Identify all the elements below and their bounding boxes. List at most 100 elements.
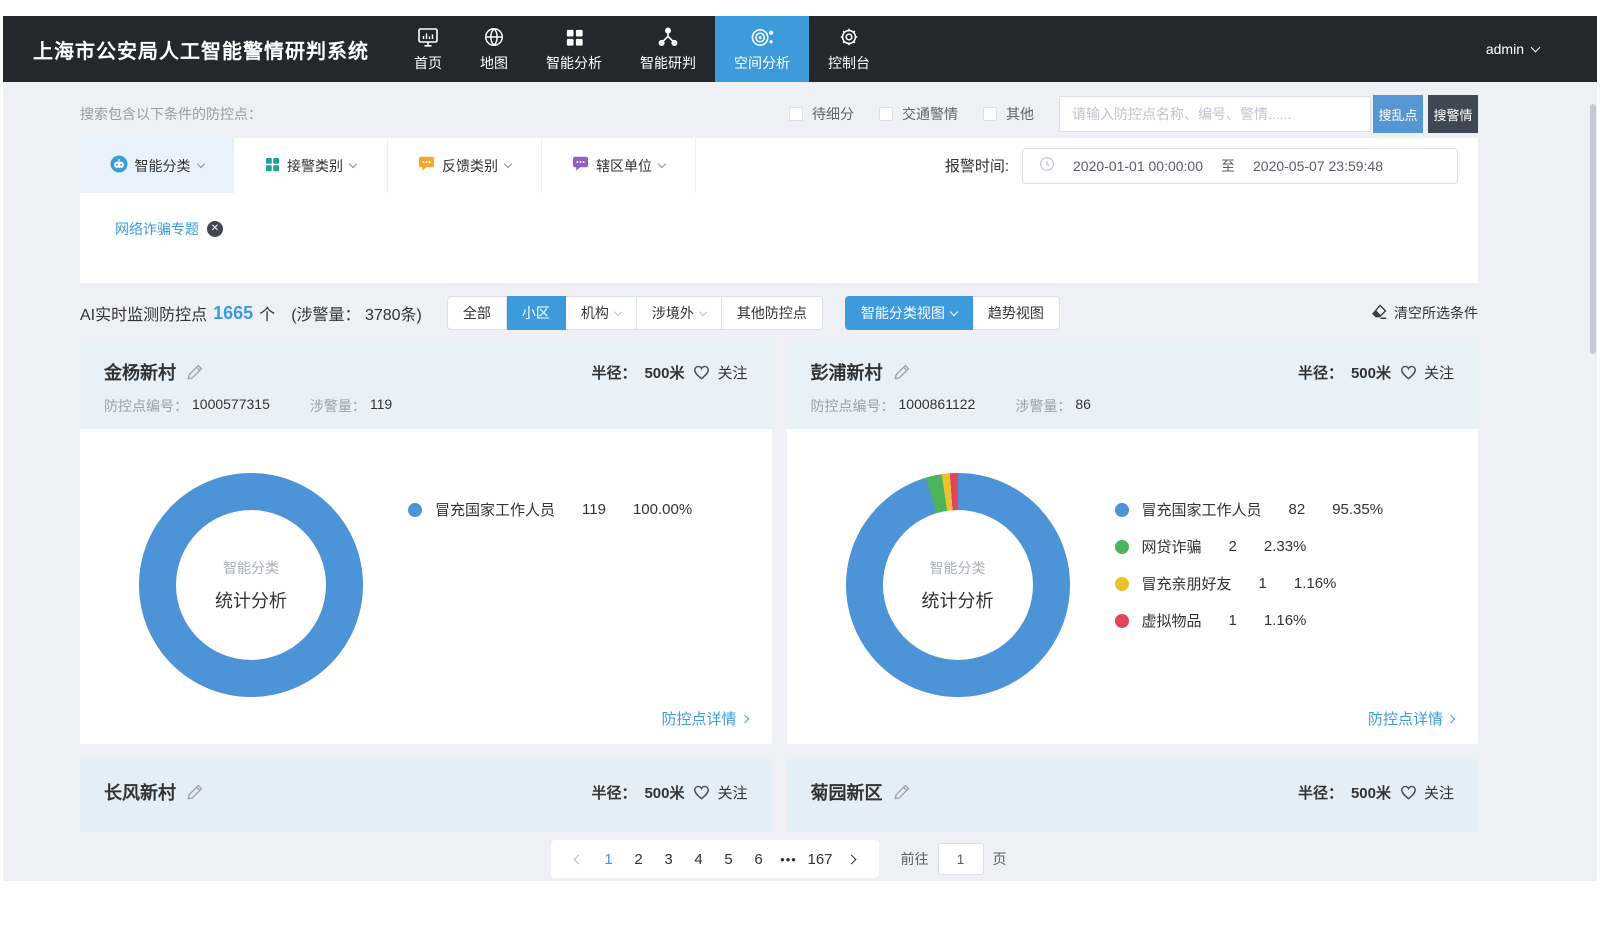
legend-dot	[1115, 614, 1129, 628]
checkbox-label: 待细分	[812, 104, 854, 124]
edit-icon[interactable]	[186, 363, 204, 381]
nav-item-label: 控制台	[828, 53, 870, 73]
tab-category-view[interactable]: 智能分类视图	[845, 296, 973, 330]
selected-tag: 网络诈骗专题 ✕	[115, 219, 223, 239]
legend-item[interactable]: 虚拟物品 1 1.16%	[1115, 602, 1384, 639]
edit-icon[interactable]	[893, 783, 911, 801]
tab-overseas[interactable]: 涉境外	[637, 296, 722, 330]
point-type-tabs: 全部 小区 机构 涉境外 其他防控点	[447, 296, 823, 330]
nav-item-console[interactable]: 控制台	[809, 16, 889, 82]
chat-orange-icon	[418, 156, 435, 175]
chart-legend: 冒充国家工作人员 119 100.00%	[408, 491, 692, 528]
follow-label: 关注	[1424, 362, 1454, 383]
clear-conditions-label: 清空所选条件	[1394, 303, 1478, 323]
search-input[interactable]	[1059, 96, 1371, 132]
user-menu[interactable]: admin	[1486, 41, 1539, 57]
filter-alarm-category[interactable]: 接警类别	[234, 138, 388, 193]
tab-other-points[interactable]: 其他防控点	[722, 296, 823, 330]
scrollbar[interactable]	[1590, 104, 1596, 354]
donut-center: 智能分类 统计分析	[883, 510, 1033, 660]
tab-institution[interactable]: 机构	[566, 296, 637, 330]
legend-count: 1	[1229, 612, 1237, 629]
card-header: 彭浦新村 半径： 500米 关注 防控点编号： 10	[787, 339, 1479, 429]
legend-item[interactable]: 冒充国家工作人员 82 95.35%	[1115, 491, 1384, 528]
radius-label: 半径：	[1298, 362, 1343, 383]
checkbox-traffic[interactable]: 交通警情	[879, 104, 958, 124]
page-button[interactable]: 2	[623, 840, 653, 878]
date-range-separator: 至	[1221, 156, 1235, 176]
page-button[interactable]: 5	[713, 840, 743, 878]
page-button[interactable]: 6	[743, 840, 773, 878]
follow-button[interactable]: 关注	[1399, 782, 1454, 803]
donut-center: 智能分类 统计分析	[176, 510, 326, 660]
stats-row: AI实时监测防控点 1665 个 (涉警量： 3780条) 全部 小区 机构 涉…	[80, 295, 1478, 331]
filter-feedback-category[interactable]: 反馈类别	[388, 138, 542, 193]
chevron-down-icon	[1531, 43, 1541, 53]
tab-all[interactable]: 全部	[447, 296, 507, 330]
checkbox-box[interactable]	[789, 107, 803, 121]
tab-label: 全部	[463, 303, 491, 323]
page-button[interactable]: 4	[683, 840, 713, 878]
legend-label: 网贷诈骗	[1142, 536, 1202, 557]
nav-item-map[interactable]: 地图	[461, 16, 527, 82]
nav-item-judgment[interactable]: 智能研判	[621, 16, 715, 82]
monitor-points-count: 1665	[213, 303, 253, 324]
date-range-end[interactable]: 2020-05-07 23:59:48	[1253, 158, 1383, 174]
date-range-picker[interactable]: 2020-01-01 00:00:00 至 2020-05-07 23:59:4…	[1022, 148, 1458, 184]
prev-page-button[interactable]	[563, 840, 593, 878]
follow-button[interactable]: 关注	[1399, 362, 1454, 383]
tab-label: 其他防控点	[737, 303, 807, 323]
selected-tags-row: 网络诈骗专题 ✕	[80, 193, 1478, 239]
date-range-start[interactable]: 2020-01-01 00:00:00	[1073, 158, 1203, 174]
tab-trend-view[interactable]: 趋势视图	[973, 296, 1060, 330]
more-pages-button[interactable]: •••	[773, 840, 803, 878]
chevron-right-icon	[1447, 714, 1455, 722]
legend-label: 冒充亲朋好友	[1142, 573, 1232, 594]
follow-button[interactable]: 关注	[692, 782, 747, 803]
nav-item-home[interactable]: 首页	[395, 16, 461, 82]
page-button[interactable]: 3	[653, 840, 683, 878]
close-icon[interactable]: ✕	[207, 221, 223, 237]
cards-row-partial: 长风新村 半径： 500米 关注	[80, 759, 1478, 832]
follow-button[interactable]: 关注	[692, 362, 747, 383]
point-detail-link[interactable]: 防控点详情	[1368, 708, 1454, 729]
nav-item-label: 智能分析	[546, 53, 602, 73]
filter-intelligent-category[interactable]: 智能分类	[80, 138, 234, 193]
checkbox-other[interactable]: 其他	[983, 104, 1034, 124]
grid-icon	[564, 25, 585, 49]
radius-value: 500米	[644, 362, 684, 383]
clear-conditions-button[interactable]: 清空所选条件	[1370, 303, 1478, 323]
tab-community[interactable]: 小区	[507, 296, 566, 330]
goto-page-input[interactable]	[938, 843, 984, 875]
edit-icon[interactable]	[186, 783, 204, 801]
legend-label: 虚拟物品	[1142, 610, 1202, 631]
edit-icon[interactable]	[893, 363, 911, 381]
legend-item[interactable]: 网贷诈骗 2 2.33%	[1115, 528, 1384, 565]
search-points-button[interactable]: 搜乱点	[1373, 95, 1423, 133]
app-title: 上海市公安局人工智能警情研判系统	[33, 35, 369, 64]
point-name: 菊园新区	[811, 779, 883, 805]
checkbox-pending[interactable]: 待细分	[789, 104, 854, 124]
search-conditions-label: 搜索包含以下条件的防控点：	[80, 104, 262, 124]
nav-item-analysis[interactable]: 智能分析	[527, 16, 621, 82]
point-detail-link[interactable]: 防控点详情	[661, 708, 747, 729]
legend-item[interactable]: 冒充国家工作人员 119 100.00%	[408, 491, 692, 528]
search-alerts-button[interactable]: 搜警情	[1428, 95, 1478, 133]
nav-item-spatial-analysis[interactable]: 空间分析	[715, 16, 809, 82]
page-button-last[interactable]: 167	[803, 840, 836, 878]
page-button[interactable]: 1	[593, 840, 623, 878]
checkbox-box[interactable]	[983, 107, 997, 121]
filter-label: 接警类别	[287, 156, 343, 176]
pagination: 1 2 3 4 5 6 ••• 167 前往 页	[80, 840, 1478, 878]
legend-label: 冒充国家工作人员	[1142, 499, 1262, 520]
chevron-down-icon	[658, 160, 666, 168]
legend-dot	[1115, 503, 1129, 517]
alarm-time-area: 报警时间: 2020-01-01 00:00:00 至 2020-05-07 2…	[945, 138, 1478, 193]
next-page-button[interactable]	[837, 840, 867, 878]
checkbox-box[interactable]	[879, 107, 893, 121]
checkbox-group: 待细分 交通警情 其他 搜乱点 搜警情	[789, 95, 1478, 133]
donut-center-line2: 统计分析	[215, 587, 287, 613]
donut-chart: 智能分类 统计分析	[846, 473, 1070, 697]
filter-district-unit[interactable]: 辖区单位	[542, 138, 696, 193]
legend-item[interactable]: 冒充亲朋好友 1 1.16%	[1115, 565, 1384, 602]
